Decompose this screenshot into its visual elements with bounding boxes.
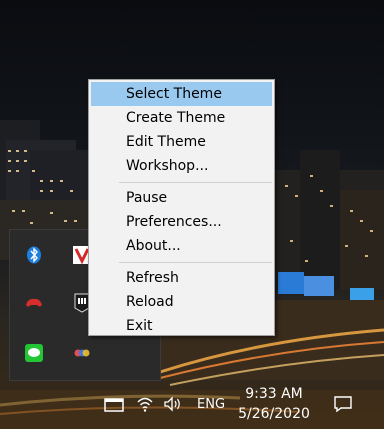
menu-item-edit-theme[interactable]: Edit Theme [91,130,272,154]
menu-item-refresh[interactable]: Refresh [91,266,272,290]
menu-item-select-theme[interactable]: Select Theme [91,82,272,106]
tray-window-icon[interactable] [104,396,124,412]
menu-item-preferences[interactable]: Preferences... [91,210,272,234]
menu-item-workshop[interactable]: Workshop... [91,154,272,178]
controller-app-icon[interactable] [24,293,44,313]
menu-item-reload[interactable]: Reload [91,290,272,314]
menu-item-about[interactable]: About... [91,234,272,258]
multicolor-app-icon[interactable] [72,343,92,363]
volume-icon[interactable] [163,396,183,412]
bluetooth-icon[interactable] [24,245,44,265]
context-menu: Select Theme Create Theme Edit Theme Wor… [88,79,275,336]
menu-item-create-theme[interactable]: Create Theme [91,106,272,130]
clock-date: 5/26/2020 [238,406,310,422]
menu-separator [119,182,272,183]
menu-item-pause[interactable]: Pause [91,186,272,210]
taskbar [0,380,384,429]
menu-item-exit[interactable]: Exit [91,314,272,338]
notification-icon[interactable] [333,395,353,413]
language-indicator[interactable]: ENG [197,397,225,412]
wifi-icon[interactable] [136,396,154,412]
clock-time: 9:33 AM [245,386,303,402]
menu-separator [119,262,272,263]
clock[interactable]: 9:33 AM 5/26/2020 [232,384,316,424]
line-chat-icon[interactable] [24,343,44,363]
